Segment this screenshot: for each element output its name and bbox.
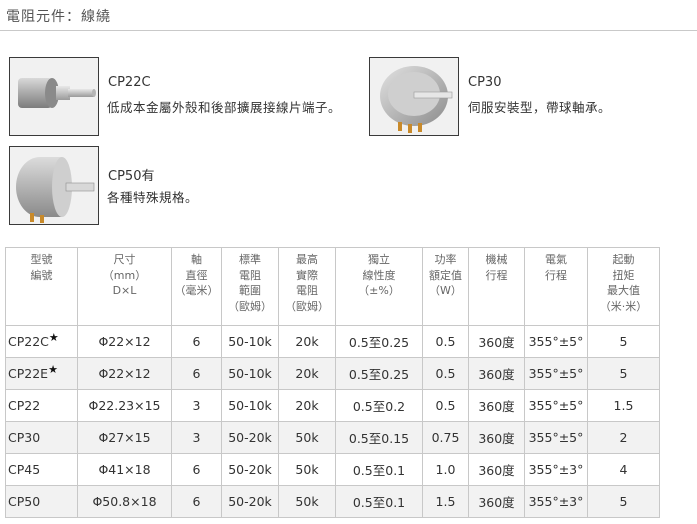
cell-std-resistance: 50-10k — [221, 325, 279, 358]
cell-power: 1.0 — [422, 453, 469, 486]
cell-linearity: 0.5至0.15 — [335, 421, 423, 454]
cell-model: CP22E★ — [5, 357, 78, 390]
cell-torque: 4 — [587, 453, 660, 486]
cell-std-resistance: 50-10k — [221, 389, 279, 422]
cell-mech-travel: 360度 — [468, 485, 525, 518]
product-image-cp50[interactable] — [9, 146, 99, 225]
cell-size: Φ22.23×15 — [77, 389, 172, 422]
cell-std-resistance: 50-20k — [221, 453, 279, 486]
cell-linearity: 0.5至0.1 — [335, 485, 423, 518]
cell-elec-travel: 355°±3° — [524, 453, 588, 486]
table-row: CP30 Φ27×15 3 50-20k 50k 0.5至0.15 0.75 3… — [5, 421, 660, 454]
cell-size: Φ41×18 — [77, 453, 172, 486]
cell-linearity: 0.5至0.1 — [335, 453, 423, 486]
cell-linearity: 0.5至0.2 — [335, 389, 423, 422]
product-name: CP22C — [108, 75, 151, 90]
cell-linearity: 0.5至0.25 — [335, 325, 423, 358]
cell-elec-travel: 355°±5° — [524, 325, 588, 358]
column-header-mechanical-travel: 機械 行程 — [468, 247, 525, 326]
cell-power: 0.5 — [422, 325, 469, 358]
cell-power: 0.75 — [422, 421, 469, 454]
product-image-cp22c[interactable] — [9, 57, 99, 136]
column-header-torque: 起動 扭矩 最大值 （米·米） — [587, 247, 660, 326]
potentiometer-image — [10, 147, 98, 224]
column-header-power: 功率 額定值 （W） — [422, 247, 469, 326]
spec-table: 型號 編號 尺寸 （mm） D×L 軸直徑 （毫米） 標準 電阻 範圍 （歐姆） 最高 實際 電阻… — [5, 247, 660, 518]
cell-mech-travel: 360度 — [468, 325, 525, 358]
cell-torque: 5 — [587, 325, 660, 358]
star-icon: ★ — [48, 362, 58, 376]
page-header: 電阻元件：線繞 — [0, 0, 697, 31]
cell-shaft: 6 — [171, 453, 222, 486]
product-name: CP30 — [468, 75, 502, 90]
column-header-linearity: 獨立 線性度 （±%） — [335, 247, 423, 326]
product-name: CP50有 — [108, 169, 155, 184]
cell-mech-travel: 360度 — [468, 453, 525, 486]
table-row: CP22E★ Φ22×12 6 50-10k 20k 0.5至0.25 0.5 … — [5, 357, 660, 390]
table-header-row: 型號 編號 尺寸 （mm） D×L 軸直徑 （毫米） 標準 電阻 範圍 （歐姆） 最高 實際 電阻… — [5, 247, 660, 326]
cell-power: 1.5 — [422, 485, 469, 518]
column-header-model: 型號 編號 — [5, 247, 78, 326]
cell-torque: 2 — [587, 421, 660, 454]
cell-shaft: 6 — [171, 325, 222, 358]
cell-std-resistance: 50-20k — [221, 485, 279, 518]
cell-elec-travel: 355°±5° — [524, 357, 588, 390]
cell-torque: 5 — [587, 485, 660, 518]
cell-model: CP45 — [5, 453, 78, 486]
table-row: CP22C★ Φ22×12 6 50-10k 20k 0.5至0.25 0.5 … — [5, 325, 660, 358]
cell-shaft: 3 — [171, 421, 222, 454]
cell-std-resistance: 50-10k — [221, 357, 279, 390]
cell-elec-travel: 355°±5° — [524, 389, 588, 422]
page-title: 電阻元件：線繞 — [6, 9, 111, 25]
star-icon: ★ — [48, 330, 59, 344]
cell-shaft: 3 — [171, 389, 222, 422]
column-header-max-resistance: 最高 實際 電阻 （歐姆） — [278, 247, 336, 326]
table-row: CP22 Φ22.23×15 3 50-10k 20k 0.5至0.2 0.5 … — [5, 389, 660, 422]
cell-size: Φ22×12 — [77, 357, 172, 390]
cell-shaft: 6 — [171, 485, 222, 518]
cell-elec-travel: 355°±3° — [524, 485, 588, 518]
column-header-size: 尺寸 （mm） D×L — [77, 247, 172, 326]
cell-max-resistance: 20k — [278, 357, 336, 390]
cell-max-resistance: 20k — [278, 389, 336, 422]
cell-std-resistance: 50-20k — [221, 421, 279, 454]
potentiometer-image — [370, 58, 458, 135]
product-description: 各種特殊規格。 — [107, 190, 199, 205]
cell-max-resistance: 50k — [278, 421, 336, 454]
table-row: CP50 Φ50.8×18 6 50-20k 50k 0.5至0.1 1.5 3… — [5, 485, 660, 518]
cell-linearity: 0.5至0.25 — [335, 357, 423, 390]
cell-model: CP22C★ — [5, 325, 78, 358]
product-description: 伺服安裝型，帶球軸承。 — [468, 100, 612, 115]
table-row: CP45 Φ41×18 6 50-20k 50k 0.5至0.1 1.0 360… — [5, 453, 660, 486]
cell-max-resistance: 20k — [278, 325, 336, 358]
column-header-electrical-travel: 電氣 行程 — [524, 247, 588, 326]
cell-max-resistance: 50k — [278, 453, 336, 486]
cell-mech-travel: 360度 — [468, 357, 525, 390]
cell-size: Φ22×12 — [77, 325, 172, 358]
cell-power: 0.5 — [422, 357, 469, 390]
cell-power: 0.5 — [422, 389, 469, 422]
column-header-standard-resistance: 標準 電阻 範圍 （歐姆） — [221, 247, 279, 326]
column-header-shaft: 軸直徑 （毫米） — [171, 247, 222, 326]
cell-shaft: 6 — [171, 357, 222, 390]
cell-model: CP22 — [5, 389, 78, 422]
product-description: 低成本金屬外殼和後部擴展接線片端子。 — [107, 100, 342, 115]
cell-model: CP50 — [5, 485, 78, 518]
cell-torque: 5 — [587, 357, 660, 390]
cell-torque: 1.5 — [587, 389, 660, 422]
potentiometer-image — [10, 58, 98, 135]
cell-mech-travel: 360度 — [468, 421, 525, 454]
cell-model: CP30 — [5, 421, 78, 454]
cell-size: Φ50.8×18 — [77, 485, 172, 518]
product-image-cp30[interactable] — [369, 57, 459, 136]
cell-elec-travel: 355°±5° — [524, 421, 588, 454]
cell-size: Φ27×15 — [77, 421, 172, 454]
cell-mech-travel: 360度 — [468, 389, 525, 422]
cell-max-resistance: 50k — [278, 485, 336, 518]
